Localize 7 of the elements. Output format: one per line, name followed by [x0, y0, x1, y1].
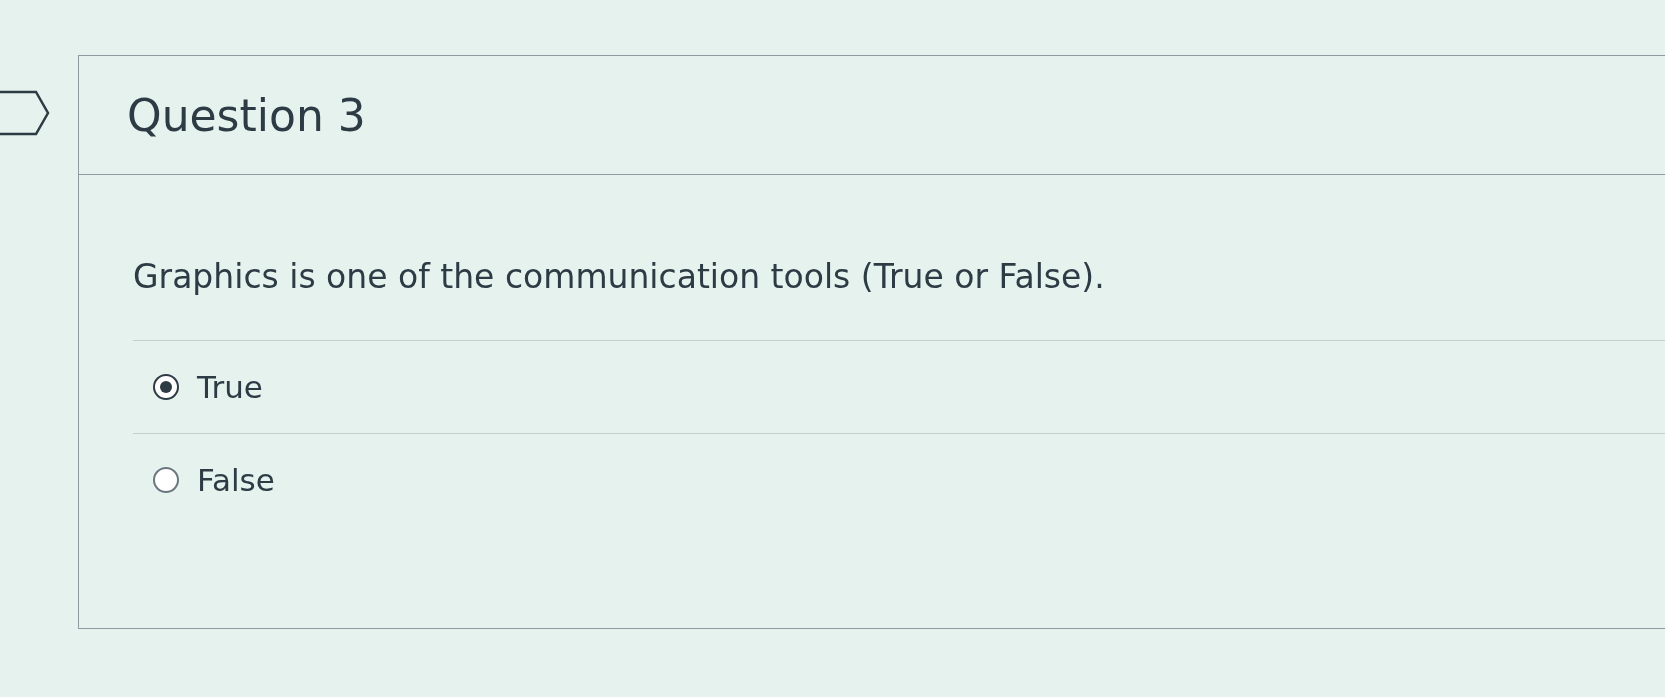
question-title: Question 3 [127, 89, 366, 141]
radio-button[interactable] [153, 467, 179, 493]
option-label[interactable]: True [197, 369, 263, 405]
question-text: Graphics is one of the communication tools (True or False). [133, 257, 1106, 296]
bookmark-flag-icon[interactable] [0, 90, 50, 136]
option-label[interactable]: False [197, 462, 275, 498]
radio-button[interactable] [153, 374, 179, 400]
